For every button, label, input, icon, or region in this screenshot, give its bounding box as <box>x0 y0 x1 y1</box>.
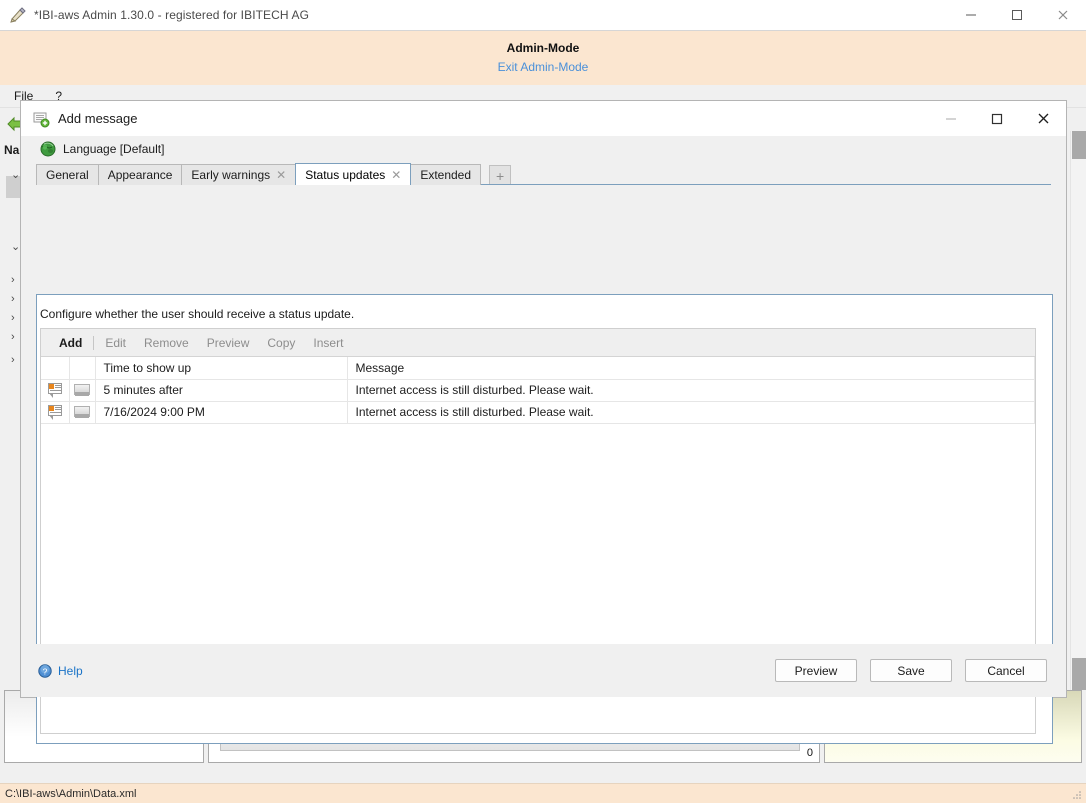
column-header-screen[interactable] <box>69 357 96 380</box>
tab-label: Extended <box>420 168 472 182</box>
table-header-row: Time to show up Message <box>41 357 1035 380</box>
app-title: *IBI-aws Admin 1.30.0 - registered for I… <box>34 8 310 22</box>
maximize-icon[interactable] <box>994 0 1040 31</box>
list-command-bar: Add Edit Remove Preview Copy Insert <box>41 329 1035 357</box>
tab-label: General <box>46 168 89 182</box>
copy-button: Copy <box>267 335 296 350</box>
tab-close-icon[interactable]: ✕ <box>391 169 401 181</box>
message-bubble-icon <box>47 382 63 398</box>
preview-button: Preview <box>206 335 250 350</box>
column-header-message[interactable]: Message <box>347 357 1035 380</box>
minimize-icon[interactable] <box>948 0 994 31</box>
chevron-right-icon[interactable]: › <box>11 294 15 305</box>
add-message-dialog: Add message Language [Default] General A… <box>20 100 1067 744</box>
scrollbar-thumb-top[interactable] <box>1072 131 1086 159</box>
tab-label: Status updates <box>305 167 386 182</box>
app-vertical-scrollbar[interactable] <box>1070 131 1086 690</box>
edit-button: Edit <box>105 335 127 350</box>
help-label: Help <box>58 663 83 678</box>
minimize-icon[interactable] <box>928 101 974 136</box>
app-window-controls <box>948 0 1086 31</box>
remove-button: Remove <box>144 335 189 350</box>
chevron-right-icon[interactable]: › <box>11 332 15 343</box>
dialog-tabstrip: General Appearance Early warnings ✕ Stat… <box>21 163 1066 185</box>
close-icon[interactable] <box>1020 101 1066 136</box>
dialog-footer-buttons: Preview Save Cancel <box>775 659 1047 682</box>
table-row[interactable]: 7/16/2024 9:00 PM Internet access is sti… <box>41 401 1035 424</box>
tab-early-warnings[interactable]: Early warnings ✕ <box>181 164 297 185</box>
preview-button[interactable]: Preview <box>775 659 857 682</box>
column-header-time-to-show-up[interactable]: Time to show up <box>95 357 348 380</box>
app-titlebar: *IBI-aws Admin 1.30.0 - registered for I… <box>0 0 1086 31</box>
row-time-cell: 5 minutes after <box>95 379 348 402</box>
row-message-type-cell <box>41 401 70 424</box>
row-screen-cell <box>69 379 96 402</box>
command-separator <box>93 335 95 350</box>
row-message-cell: Internet access is still disturbed. Plea… <box>347 401 1035 424</box>
row-message-type-cell <box>41 379 70 402</box>
add-message-icon <box>32 110 50 128</box>
maximize-icon[interactable] <box>974 101 1020 136</box>
screen-icon <box>74 406 90 419</box>
tab-appearance[interactable]: Appearance <box>97 164 183 185</box>
chevron-down-icon[interactable]: ⌄ <box>11 242 20 253</box>
dialog-footer: ? Help Preview Save Cancel <box>21 644 1066 697</box>
globe-icon <box>40 141 56 157</box>
table-row[interactable]: 5 minutes after Internet access is still… <box>41 379 1035 402</box>
save-button[interactable]: Save <box>870 659 952 682</box>
language-row: Language [Default] <box>21 136 1066 163</box>
chevron-right-icon[interactable]: › <box>11 355 15 366</box>
panel-description: Configure whether the user should receiv… <box>40 307 355 321</box>
tab-label: Appearance <box>107 168 173 182</box>
chevron-right-icon[interactable]: › <box>11 313 15 324</box>
column-header-icon[interactable] <box>41 357 70 380</box>
language-label: Language [Default] <box>63 142 165 156</box>
cancel-button[interactable]: Cancel <box>965 659 1047 682</box>
tab-general[interactable]: General <box>36 164 99 185</box>
add-tab-button[interactable]: + <box>489 165 512 185</box>
svg-text:?: ? <box>43 666 48 676</box>
dialog-title: Add message <box>58 111 138 126</box>
dialog-window-controls <box>928 101 1066 136</box>
help-link[interactable]: ? Help <box>38 664 83 678</box>
help-icon: ? <box>38 663 52 678</box>
dialog-titlebar: Add message <box>21 101 1066 136</box>
row-time-cell: 7/16/2024 9:00 PM <box>95 401 348 424</box>
chevron-right-icon[interactable]: › <box>11 275 15 286</box>
exit-admin-mode-link[interactable]: Exit Admin-Mode <box>498 58 589 76</box>
tab-extended[interactable]: Extended <box>410 164 482 185</box>
bottom-panel-count: 0 <box>806 747 813 759</box>
resize-grip-icon[interactable] <box>1071 789 1083 801</box>
insert-button: Insert <box>313 335 344 350</box>
screen-icon <box>74 384 90 397</box>
admin-mode-title: Admin-Mode <box>506 41 580 55</box>
message-bubble-icon <box>47 404 63 420</box>
app-logo-icon <box>9 6 27 24</box>
screen-root: *IBI-aws Admin 1.30.0 - registered for I… <box>0 0 1086 803</box>
scrollbar-thumb-bottom[interactable] <box>1072 658 1086 690</box>
row-message-cell: Internet access is still disturbed. Plea… <box>347 379 1035 402</box>
add-button[interactable]: Add <box>50 336 91 350</box>
tab-label: Early warnings <box>191 168 271 182</box>
status-file-path: C:\IBI-aws\Admin\Data.xml <box>5 787 137 800</box>
app-statusbar: C:\IBI-aws\Admin\Data.xml <box>0 783 1086 803</box>
chevron-down-icon[interactable]: ⌄ <box>11 170 20 181</box>
row-screen-cell <box>69 401 96 424</box>
status-updates-table: Time to show up Message 5 minutes after … <box>41 357 1035 424</box>
tab-close-icon[interactable]: ✕ <box>276 169 286 181</box>
admin-mode-banner: Admin-Mode Exit Admin-Mode <box>0 31 1086 85</box>
close-icon[interactable] <box>1040 0 1086 31</box>
tab-status-updates[interactable]: Status updates ✕ <box>295 163 412 185</box>
